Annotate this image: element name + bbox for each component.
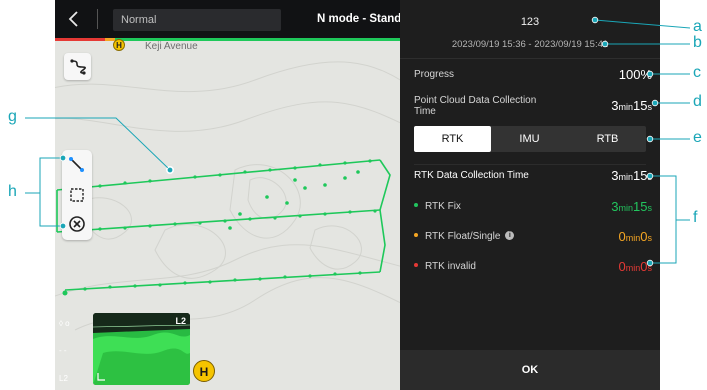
callout-h: h bbox=[8, 183, 17, 200]
rtk-invalid-label: RTK invalid bbox=[414, 261, 476, 272]
rtk-float-label: RTK Float/Single i bbox=[414, 230, 515, 242]
panel-divider bbox=[400, 58, 660, 59]
tab-rtk[interactable]: RTK bbox=[414, 126, 491, 152]
callout-d: d bbox=[693, 93, 702, 110]
rtk-fix-dot bbox=[414, 203, 418, 208]
flight-status: N mode - Standby bbox=[317, 13, 400, 25]
progress-value: 100% bbox=[618, 67, 652, 82]
info-icon[interactable]: i bbox=[505, 230, 515, 240]
pcd-time-label: Point Cloud Data Collection Time bbox=[414, 95, 537, 117]
panel-divider bbox=[414, 164, 646, 165]
chevron-left-icon bbox=[68, 11, 78, 27]
data-type-tabs: RTK IMU RTB bbox=[414, 126, 646, 152]
mode-select[interactable]: Normal bbox=[113, 9, 281, 31]
flight-progress-strip bbox=[55, 38, 400, 41]
rtk-fix-value: 3min15s bbox=[611, 199, 652, 214]
street-label: Keji Avenue bbox=[145, 41, 198, 52]
line-select-icon[interactable] bbox=[66, 154, 88, 176]
clear-icon[interactable] bbox=[66, 213, 88, 235]
area-select-icon[interactable] bbox=[66, 184, 88, 206]
callout-g: g bbox=[8, 108, 17, 125]
rtk-invalid-dot bbox=[414, 263, 418, 268]
route-icon bbox=[69, 59, 86, 75]
selection-tool-panel bbox=[62, 150, 92, 240]
progress-red-segment bbox=[55, 38, 105, 41]
callout-f: f bbox=[693, 209, 698, 226]
legend-item: ◊ o bbox=[59, 319, 70, 328]
back-button[interactable] bbox=[63, 8, 85, 30]
home-point-marker[interactable]: H bbox=[113, 39, 125, 51]
pip-sensor-label: L2 bbox=[175, 316, 186, 326]
callout-c: c bbox=[693, 64, 701, 81]
topbar-divider bbox=[97, 9, 98, 29]
lidar-camera-preview[interactable]: L2 bbox=[93, 313, 190, 385]
rtk-float-dot bbox=[414, 233, 418, 238]
route-button[interactable] bbox=[64, 53, 91, 80]
pcd-time-value: 3min15s bbox=[611, 98, 652, 113]
tab-imu[interactable]: IMU bbox=[491, 126, 568, 152]
callout-e: e bbox=[693, 129, 702, 146]
rtk-invalid-value: 0min0s bbox=[618, 259, 652, 274]
task-time-range: 2023/09/19 15:36 - 2023/09/19 15:41 bbox=[451, 39, 609, 50]
home-point-marker-bottom[interactable]: H bbox=[193, 360, 215, 382]
legend-item: - - bbox=[59, 346, 67, 355]
task-name: 123 bbox=[520, 16, 540, 28]
legend-item: L2 bbox=[59, 374, 68, 383]
rtk-fix-label: RTK Fix bbox=[414, 201, 461, 212]
ok-button[interactable]: OK bbox=[400, 350, 660, 390]
callout-b: b bbox=[693, 34, 702, 51]
progress-label: Progress bbox=[414, 69, 455, 80]
rtk-float-value: 0min0s bbox=[618, 229, 652, 244]
map-legend: ◊ o - - L2 bbox=[59, 315, 89, 390]
rtk-time-value: 3min15s bbox=[611, 168, 652, 183]
tab-rtb[interactable]: RTB bbox=[569, 126, 646, 152]
screenshot-figure: Normal N mode - Standby H Keji Avenue ◊ … bbox=[0, 0, 707, 390]
rtk-time-label: RTK Data Collection Time bbox=[414, 170, 529, 181]
collection-quality-panel: 123 2023/09/19 15:36 - 2023/09/19 15:41 … bbox=[400, 0, 660, 390]
top-bar: Normal N mode - Standby bbox=[55, 0, 400, 38]
flight-app: Normal N mode - Standby H Keji Avenue ◊ … bbox=[55, 0, 400, 390]
